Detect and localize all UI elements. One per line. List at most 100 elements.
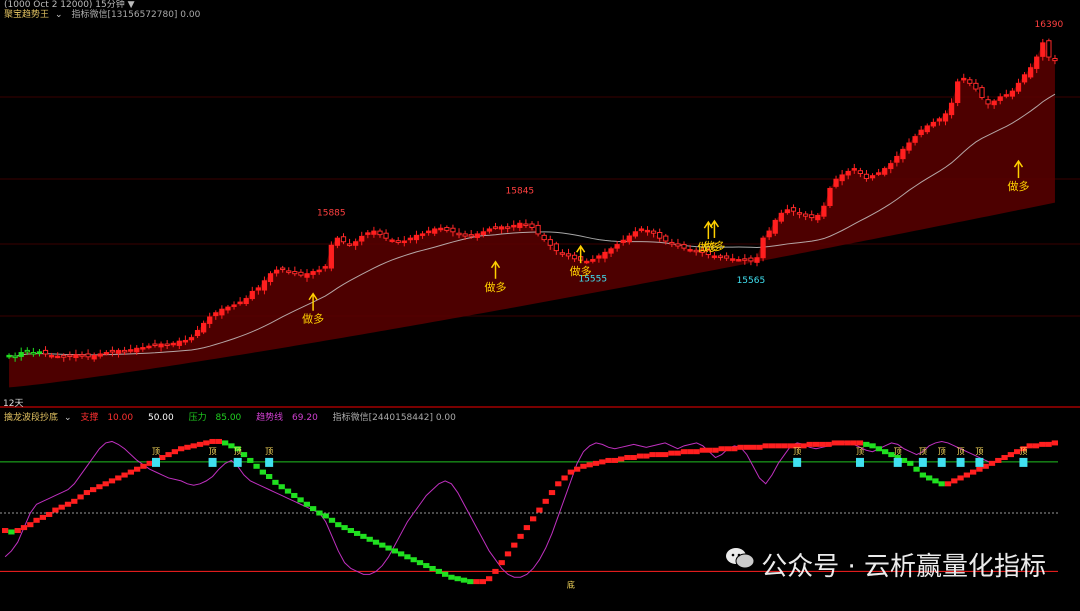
candle-body: [711, 255, 718, 258]
candle-body: [736, 258, 742, 262]
wave-bar: [165, 452, 172, 458]
wave-bar: [825, 441, 832, 447]
candle-body: [480, 231, 486, 236]
candle-body: [231, 304, 237, 307]
candle-body: [67, 354, 73, 358]
candle-body: [584, 260, 590, 264]
top-marker-box: [975, 457, 984, 467]
wave-bar: [284, 488, 292, 494]
wave-bar: [398, 551, 405, 557]
candle-body: [103, 352, 109, 355]
candle-body: [170, 342, 176, 346]
wave-bar: [511, 542, 518, 548]
candle-body: [1003, 94, 1009, 97]
wave-bar: [64, 501, 72, 507]
top-marker: 顶: [956, 447, 965, 467]
dropdown-icon[interactable]: ⌄: [55, 10, 63, 20]
candle-body: [961, 77, 967, 81]
wave-bar: [454, 576, 461, 582]
candle-body: [261, 280, 268, 291]
wave-bar: [523, 525, 530, 531]
wave-bar: [410, 557, 417, 563]
candle-body: [359, 235, 365, 242]
wechat-icon: [725, 548, 755, 579]
candle-body: [565, 253, 572, 257]
candle-body: [273, 269, 280, 274]
candle-body: [115, 349, 122, 354]
candle-body: [1046, 40, 1052, 58]
candle-body: [650, 230, 657, 234]
top-marker-box: [152, 457, 160, 467]
osc-indicator-extra: 指标微信[2440158442] 0.00: [332, 413, 456, 423]
wave-bar: [812, 441, 820, 447]
top-marker: 顶: [152, 447, 160, 467]
wave-bar: [680, 449, 688, 455]
candle-body: [742, 258, 748, 261]
wave-bar: [869, 443, 876, 449]
candle-body: [888, 163, 894, 170]
candle: [492, 222, 499, 230]
candle-body: [517, 222, 523, 229]
osc-dropdown-icon[interactable]: ⌄: [64, 413, 72, 423]
wave-bar: [982, 463, 989, 469]
wave-bar: [630, 455, 637, 461]
wave-bar: [775, 443, 782, 449]
signal-label: 做多: [1007, 179, 1029, 193]
candle-body: [237, 301, 243, 305]
candle-body: [869, 175, 876, 179]
candle: [955, 78, 961, 107]
candle-body: [219, 308, 225, 316]
wave-bar: [850, 440, 857, 446]
candle-body: [298, 271, 304, 276]
wave-bar: [20, 525, 28, 531]
top-marker-label: 顶: [894, 447, 902, 456]
candle-body: [936, 118, 943, 122]
candle-body: [109, 349, 116, 353]
candle-body: [906, 142, 912, 151]
candle-body: [182, 339, 189, 343]
wave-bar: [121, 472, 128, 478]
top-marker-box: [1019, 457, 1028, 467]
candle-body: [1040, 42, 1046, 57]
candle-body: [754, 257, 760, 263]
candle-body: [6, 354, 12, 358]
candle-body: [821, 205, 827, 217]
wave-bar: [536, 507, 543, 513]
candle-body: [1009, 90, 1016, 97]
candle-body: [91, 354, 97, 360]
wave-bar: [140, 463, 147, 469]
candle: [346, 238, 353, 247]
wave-bar: [655, 452, 662, 458]
candle-body: [900, 148, 906, 160]
candle-body: [967, 79, 973, 84]
candle-body: [444, 227, 450, 231]
candle-body: [571, 254, 578, 260]
top-marker-label: 顶: [209, 447, 217, 456]
wave-bar: [913, 466, 920, 472]
candle-body: [608, 248, 614, 254]
wave-bar: [423, 563, 430, 569]
wave-bar: [278, 484, 285, 490]
candle-body: [48, 354, 55, 358]
wave-bar: [624, 455, 631, 461]
wave-bar: [636, 453, 644, 459]
wave-bar: [580, 463, 587, 469]
wave-bar: [574, 466, 581, 472]
wave-bar: [240, 452, 248, 458]
candle-body: [413, 234, 420, 241]
trend-fill-area: [9, 42, 1055, 388]
top-marker-box: [893, 457, 902, 467]
candle-body: [128, 349, 134, 352]
wave-bar: [58, 504, 65, 510]
candle-body: [85, 353, 91, 358]
candle-body: [681, 244, 687, 249]
indicator-name[interactable]: 聚宝趋势王: [4, 10, 49, 20]
top-marker-box: [265, 457, 274, 467]
top-marker-box: [233, 457, 242, 467]
candle: [827, 186, 833, 208]
wave-bar: [435, 568, 442, 574]
osc-indicator-name[interactable]: 擒龙波段抄底: [4, 413, 58, 423]
candle-body: [997, 96, 1003, 101]
candle-body: [529, 223, 535, 229]
candle-body: [213, 312, 219, 317]
